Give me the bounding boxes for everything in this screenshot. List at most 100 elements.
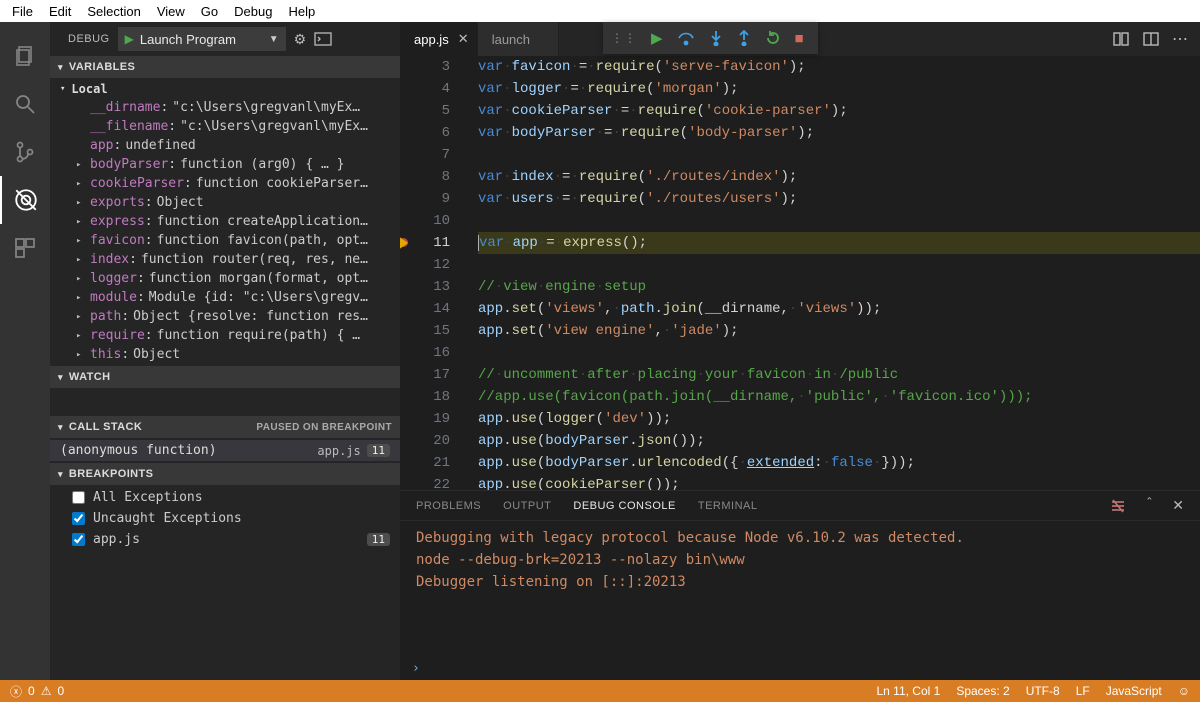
line-number[interactable]: 12 xyxy=(400,254,450,276)
source-control-icon[interactable] xyxy=(0,128,50,176)
line-number[interactable]: 4 xyxy=(400,78,450,100)
line-number[interactable]: 5 xyxy=(400,100,450,122)
line-number[interactable]: 11 xyxy=(400,232,450,254)
variable-row[interactable]: ▸bodyParser:function (arg0) { … } xyxy=(50,155,400,174)
variable-row[interactable]: ▸exports:Object xyxy=(50,193,400,212)
menu-edit[interactable]: Edit xyxy=(41,4,79,19)
breakpoint-checkbox[interactable] xyxy=(72,491,85,504)
code-line[interactable] xyxy=(478,342,1200,364)
step-over-button[interactable] xyxy=(677,30,695,46)
variable-row[interactable]: ▸module:Module {id: "c:\Users\gregv… xyxy=(50,288,400,307)
line-number[interactable]: 8 xyxy=(400,166,450,188)
menu-help[interactable]: Help xyxy=(280,4,323,19)
line-number[interactable]: 3 xyxy=(400,56,450,78)
variable-row[interactable]: ▸express:function createApplication… xyxy=(50,212,400,231)
code-line[interactable]: app.use(cookieParser()); xyxy=(478,474,1200,490)
code-line[interactable]: var·bodyParser·=·require('body-parser'); xyxy=(478,122,1200,144)
code-line[interactable]: var·index·=·require('./routes/index'); xyxy=(478,166,1200,188)
step-out-button[interactable] xyxy=(737,30,751,46)
stack-frame[interactable]: (anonymous function)app.js11 xyxy=(50,440,400,461)
code-line[interactable]: app.use(bodyParser.urlencoded({·extended… xyxy=(478,452,1200,474)
language-mode[interactable]: JavaScript xyxy=(1106,684,1162,698)
chevron-up-icon[interactable]: ＾ xyxy=(1142,496,1156,516)
line-number[interactable]: 18 xyxy=(400,386,450,408)
eol[interactable]: LF xyxy=(1076,684,1090,698)
code-line[interactable]: var·cookieParser·=·require('cookie-parse… xyxy=(478,100,1200,122)
variable-row[interactable]: ▸logger:function morgan(format, opt… xyxy=(50,269,400,288)
extensions-icon[interactable] xyxy=(0,224,50,272)
encoding[interactable]: UTF-8 xyxy=(1026,684,1060,698)
editor-tab[interactable]: launch xyxy=(478,22,559,56)
breakpoint-checkbox[interactable] xyxy=(72,512,85,525)
panel-tab-debug-console[interactable]: DEBUG CONSOLE xyxy=(573,500,675,512)
restart-button[interactable] xyxy=(765,30,781,46)
code-line[interactable]: //app.use(favicon(path.join(__dirname,·'… xyxy=(478,386,1200,408)
line-number[interactable]: 19 xyxy=(400,408,450,430)
line-number[interactable]: 16 xyxy=(400,342,450,364)
watch-section-header[interactable]: ▾ WATCH xyxy=(50,366,400,388)
breakpoint-row[interactable]: Uncaught Exceptions xyxy=(50,508,400,529)
code-line[interactable] xyxy=(478,254,1200,276)
line-number[interactable]: 10 xyxy=(400,210,450,232)
variable-row[interactable]: ▸require:function require(path) { … xyxy=(50,326,400,345)
editor-tab[interactable]: app.js✕ xyxy=(400,22,478,56)
menu-go[interactable]: Go xyxy=(193,4,226,19)
code-line[interactable] xyxy=(478,144,1200,166)
variable-row[interactable]: __dirname:"c:\Users\gregvanl\myEx… xyxy=(50,98,400,117)
breakpoint-row[interactable]: app.js11 xyxy=(50,529,400,550)
line-number[interactable]: 22 xyxy=(400,474,450,490)
code-line[interactable]: var·logger·=·require('morgan'); xyxy=(478,78,1200,100)
variable-row[interactable]: ▸path:Object {resolve: function res… xyxy=(50,307,400,326)
code-line[interactable]: var·favicon·=·require('serve-favicon'); xyxy=(478,56,1200,78)
line-number[interactable]: 13 xyxy=(400,276,450,298)
clear-console-icon[interactable] xyxy=(1110,498,1126,514)
variable-row[interactable]: app:undefined xyxy=(50,136,400,155)
line-number[interactable]: 7 xyxy=(400,144,450,166)
menu-view[interactable]: View xyxy=(149,4,193,19)
menu-debug[interactable]: Debug xyxy=(226,4,280,19)
panel-tab-terminal[interactable]: TERMINAL xyxy=(698,500,758,512)
variable-row[interactable]: ▸favicon:function favicon(path, opt… xyxy=(50,231,400,250)
line-number[interactable]: 17 xyxy=(400,364,450,386)
code-line[interactable]: //·uncomment·after·placing·your·favicon·… xyxy=(478,364,1200,386)
debug-icon[interactable] xyxy=(0,176,50,224)
code-line[interactable]: app.use(bodyParser.json()); xyxy=(478,430,1200,452)
scope-local[interactable]: ▾ Local xyxy=(50,80,400,98)
cursor-position[interactable]: Ln 11, Col 1 xyxy=(876,684,940,698)
variable-row[interactable]: ▸index:function router(req, res, ne… xyxy=(50,250,400,269)
step-into-button[interactable] xyxy=(709,30,723,46)
code-line[interactable]: var·users·=·require('./routes/users'); xyxy=(478,188,1200,210)
launch-config-select[interactable]: ▶ Launch Program ▼ xyxy=(118,27,286,51)
breakpoints-section-header[interactable]: ▾ BREAKPOINTS xyxy=(50,463,400,485)
close-icon[interactable]: ✕ xyxy=(458,31,469,47)
line-number[interactable]: 9 xyxy=(400,188,450,210)
more-icon[interactable]: ⋯ xyxy=(1172,29,1188,49)
code-line[interactable]: app.set('view engine',·'jade'); xyxy=(478,320,1200,342)
panel-tab-problems[interactable]: PROBLEMS xyxy=(416,500,481,512)
gear-icon[interactable]: ⚙ xyxy=(294,31,307,48)
errors-icon[interactable]: ⓧ xyxy=(10,683,22,700)
line-number[interactable]: 14 xyxy=(400,298,450,320)
split-editor-icon[interactable] xyxy=(1142,30,1160,48)
close-icon[interactable]: ✕ xyxy=(1172,497,1184,514)
line-number[interactable]: 15 xyxy=(400,320,450,342)
feedback-icon[interactable]: ☺ xyxy=(1178,684,1190,698)
line-number[interactable]: 20 xyxy=(400,430,450,452)
menu-selection[interactable]: Selection xyxy=(79,4,148,19)
indentation[interactable]: Spaces: 2 xyxy=(956,684,1009,698)
line-number[interactable]: 6 xyxy=(400,122,450,144)
code-line[interactable] xyxy=(478,210,1200,232)
continue-button[interactable]: ▶ xyxy=(651,29,663,47)
variable-row[interactable]: ▸cookieParser:function cookieParser… xyxy=(50,174,400,193)
code-line[interactable]: //·view·engine·setup xyxy=(478,276,1200,298)
panel-tab-output[interactable]: OUTPUT xyxy=(503,500,551,512)
code-editor[interactable]: 345678910111213141516171819202122 var·fa… xyxy=(400,56,1200,490)
compare-icon[interactable] xyxy=(1112,30,1130,48)
variable-row[interactable]: __filename:"c:\Users\gregvanl\myEx… xyxy=(50,117,400,136)
stop-button[interactable]: ■ xyxy=(795,30,804,47)
grip-icon[interactable]: ⋮⋮ xyxy=(611,31,637,45)
warnings-icon[interactable]: ⚠ xyxy=(41,684,52,698)
variable-row[interactable]: ▸this:Object xyxy=(50,345,400,364)
code-line[interactable]: app.set('views',·path.join(__dirname,·'v… xyxy=(478,298,1200,320)
breakpoint-checkbox[interactable] xyxy=(72,533,85,546)
